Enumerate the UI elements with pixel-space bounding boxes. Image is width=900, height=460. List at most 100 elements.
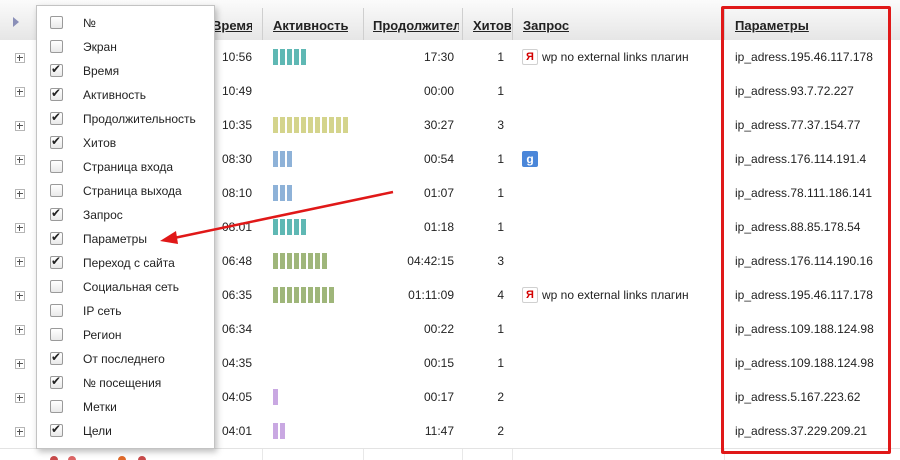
column-separator[interactable] bbox=[262, 8, 263, 40]
column-option[interactable]: ✔ Хитов bbox=[37, 131, 214, 155]
column-option[interactable]: Регион bbox=[37, 323, 214, 347]
column-option[interactable]: ✔ Продолжительность bbox=[37, 107, 214, 131]
visit-time: 06:35 bbox=[222, 288, 253, 302]
column-option-checkbox[interactable] bbox=[50, 40, 63, 53]
column-option[interactable]: Страница выхода bbox=[37, 179, 214, 203]
column-option-label: Хитов bbox=[83, 136, 117, 150]
column-option[interactable]: IP сеть bbox=[37, 299, 214, 323]
activity-bar bbox=[280, 117, 285, 133]
column-option[interactable]: Экран bbox=[37, 35, 214, 59]
expand-row-icon[interactable] bbox=[15, 121, 25, 131]
checkmark-icon: ✔ bbox=[51, 374, 62, 388]
expand-row-icon[interactable] bbox=[15, 359, 25, 369]
visit-hits: 1 bbox=[497, 186, 504, 200]
checkmark-icon: ✔ bbox=[51, 206, 62, 220]
column-option-label: Параметры bbox=[83, 232, 147, 246]
column-option-checkbox[interactable]: ✔ bbox=[50, 134, 63, 149]
activity-bars bbox=[273, 389, 280, 405]
activity-bar bbox=[280, 253, 285, 269]
expand-row-icon[interactable] bbox=[15, 393, 25, 403]
column-option-checkbox[interactable]: ✔ bbox=[50, 374, 63, 389]
column-option[interactable]: ✔ Переход с сайта bbox=[37, 251, 214, 275]
column-option[interactable]: Метки bbox=[37, 395, 214, 419]
column-option-checkbox[interactable] bbox=[50, 16, 63, 29]
column-option-checkbox[interactable] bbox=[50, 400, 63, 413]
column-option[interactable]: ✔ № посещения bbox=[37, 371, 214, 395]
activity-bar bbox=[287, 117, 292, 133]
expand-row-icon[interactable] bbox=[15, 87, 25, 97]
expand-row-icon[interactable] bbox=[15, 291, 25, 301]
activity-bars bbox=[273, 287, 336, 303]
column-option[interactable]: Страница входа bbox=[37, 155, 214, 179]
activity-bar bbox=[329, 287, 334, 303]
activity-bars bbox=[273, 423, 287, 439]
column-option-checkbox[interactable]: ✔ bbox=[50, 86, 63, 101]
column-option-checkbox[interactable] bbox=[50, 280, 63, 293]
column-option-label: Страница выхода bbox=[83, 184, 182, 198]
column-option-checkbox[interactable] bbox=[50, 304, 63, 317]
search-query-text[interactable]: wp no external links плагин bbox=[542, 288, 689, 302]
column-option-checkbox[interactable]: ✔ bbox=[50, 422, 63, 437]
status-dot-icon bbox=[138, 456, 146, 460]
column-separator[interactable] bbox=[363, 8, 364, 40]
expand-row-icon[interactable] bbox=[15, 223, 25, 233]
column-option[interactable]: ✔ Запрос bbox=[37, 203, 214, 227]
column-option[interactable]: Социальная сеть bbox=[37, 275, 214, 299]
visit-time: 08:30 bbox=[222, 152, 253, 166]
column-separator[interactable] bbox=[462, 8, 463, 40]
expand-row-icon[interactable] bbox=[15, 189, 25, 199]
activity-bar bbox=[273, 185, 278, 201]
visit-duration: 00:00 bbox=[423, 84, 454, 98]
activity-bar bbox=[273, 151, 278, 167]
expand-row-icon[interactable] bbox=[15, 257, 25, 267]
visit-hits: 3 bbox=[497, 118, 504, 132]
activity-bar bbox=[301, 287, 306, 303]
visit-duration: 00:17 bbox=[423, 390, 454, 404]
activity-bar bbox=[287, 185, 292, 201]
column-header-query[interactable]: Запрос bbox=[523, 18, 569, 33]
column-option-checkbox[interactable]: ✔ bbox=[50, 230, 63, 245]
column-option-checkbox[interactable]: ✔ bbox=[50, 254, 63, 269]
column-option-checkbox[interactable]: ✔ bbox=[50, 110, 63, 125]
column-option-checkbox[interactable]: ✔ bbox=[50, 62, 63, 77]
visit-time: 06:48 bbox=[222, 254, 253, 268]
column-option-checkbox[interactable] bbox=[50, 160, 63, 173]
column-option-checkbox[interactable]: ✔ bbox=[50, 206, 63, 221]
column-header-duration[interactable]: Продолжител bbox=[373, 18, 459, 33]
column-option-label: Время bbox=[83, 64, 120, 78]
visit-duration: 00:54 bbox=[423, 152, 454, 166]
activity-bar bbox=[273, 117, 278, 133]
column-option-checkbox[interactable]: ✔ bbox=[50, 350, 63, 365]
column-option-checkbox[interactable] bbox=[50, 184, 63, 197]
column-header-hits[interactable]: Хитов bbox=[473, 18, 511, 33]
column-option[interactable]: ✔ От последнего bbox=[37, 347, 214, 371]
column-option-label: № посещения bbox=[83, 376, 162, 390]
column-option-label: IP сеть bbox=[83, 304, 122, 318]
visit-hits: 1 bbox=[497, 322, 504, 336]
expand-row-icon[interactable] bbox=[15, 427, 25, 437]
column-separator[interactable] bbox=[512, 8, 513, 40]
column-option[interactable]: № bbox=[37, 11, 214, 35]
column-header-time[interactable]: Время bbox=[212, 18, 252, 33]
checkmark-icon: ✔ bbox=[51, 230, 62, 244]
activity-bar bbox=[287, 151, 292, 167]
column-header-activity[interactable]: Активность bbox=[273, 18, 348, 33]
expand-row-icon[interactable] bbox=[15, 325, 25, 335]
visit-hits: 1 bbox=[497, 50, 504, 64]
column-option-checkbox[interactable] bbox=[50, 328, 63, 341]
search-query-text[interactable]: wp no external links плагин bbox=[542, 50, 689, 64]
column-option[interactable]: ✔ Цели bbox=[37, 419, 214, 443]
expand-row-icon[interactable] bbox=[15, 53, 25, 63]
column-chooser-toggle-icon[interactable] bbox=[13, 17, 19, 27]
visit-hits: 2 bbox=[497, 424, 504, 438]
activity-bar bbox=[322, 253, 327, 269]
expand-row-icon[interactable] bbox=[15, 155, 25, 165]
column-option-label: Экран bbox=[83, 40, 117, 54]
column-option-label: Метки bbox=[83, 400, 117, 414]
activity-bar bbox=[273, 287, 278, 303]
column-option[interactable]: ✔ Время bbox=[37, 59, 214, 83]
visit-hits: 2 bbox=[497, 390, 504, 404]
column-option[interactable]: ✔ Активность bbox=[37, 83, 214, 107]
column-option-label: Продолжительность bbox=[83, 112, 196, 126]
column-option[interactable]: ✔ Параметры bbox=[37, 227, 214, 251]
